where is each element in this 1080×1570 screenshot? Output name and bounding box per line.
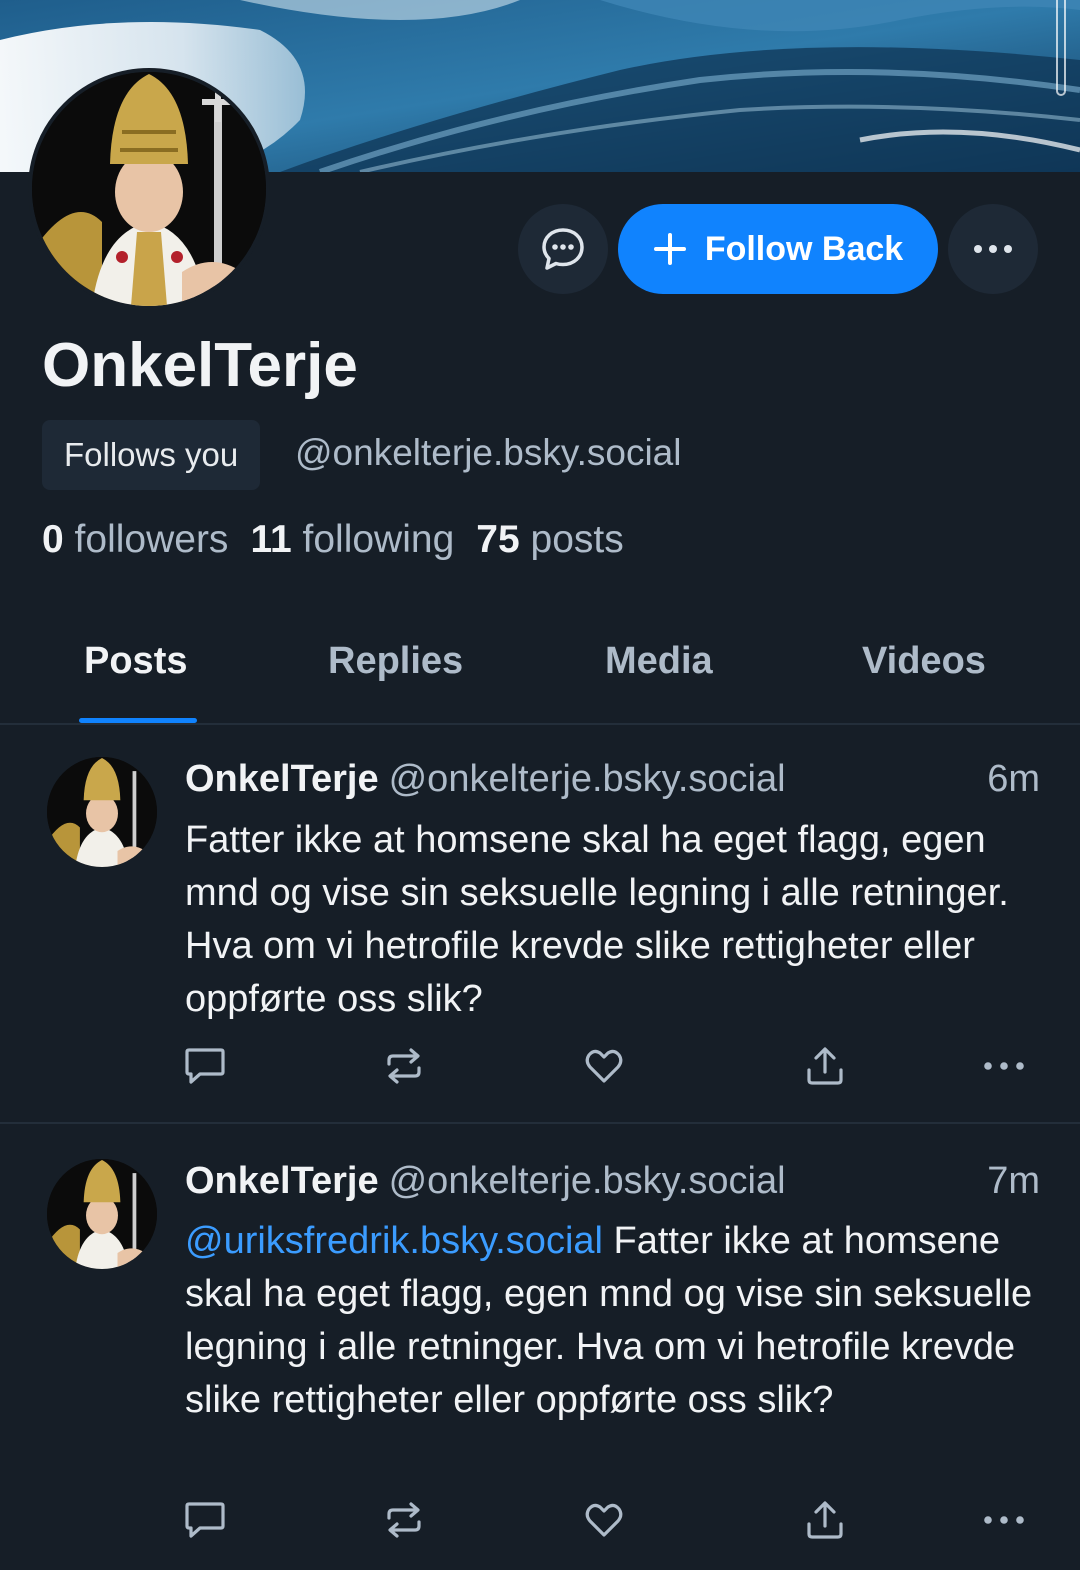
follows-you-badge: Follows you xyxy=(42,420,261,490)
post-header: OnkelTerje @onkelterje.bsky.social xyxy=(185,1160,786,1203)
post-avatar[interactable] xyxy=(47,1159,157,1269)
following-stat[interactable]: 11 following xyxy=(250,518,454,562)
repost-icon xyxy=(387,1048,421,1084)
ellipsis-icon xyxy=(984,1516,1024,1524)
avatar-image xyxy=(47,757,157,867)
plus-icon xyxy=(653,233,686,265)
share-icon xyxy=(807,1047,843,1085)
share-button[interactable] xyxy=(803,1498,847,1542)
post-more-button[interactable] xyxy=(982,1498,1026,1542)
more-options-button[interactable] xyxy=(948,204,1038,294)
post-timestamp[interactable]: 7m xyxy=(987,1160,1040,1203)
reply-icon xyxy=(185,1502,225,1538)
heart-icon xyxy=(585,1503,623,1537)
reply-icon xyxy=(185,1048,225,1084)
like-button[interactable] xyxy=(582,1044,626,1088)
heart-icon xyxy=(585,1049,623,1083)
like-button[interactable] xyxy=(582,1498,626,1542)
post-mention[interactable]: @uriksfredrik.bsky.social xyxy=(185,1220,603,1262)
profile-stats: 0 followers 11 following 75 posts xyxy=(42,518,624,562)
reply-button[interactable] xyxy=(183,1044,227,1088)
post-text[interactable]: Fatter ikke at homsene skal ha eget flag… xyxy=(185,814,1055,1026)
scrollbar-indicator[interactable] xyxy=(1056,0,1066,96)
profile-tabs: Posts Replies Media Videos xyxy=(0,620,1080,725)
post-author-handle[interactable]: @onkelterje.bsky.social xyxy=(389,1160,786,1202)
repost-button[interactable] xyxy=(382,1498,426,1542)
post-author-name[interactable]: OnkelTerje xyxy=(185,1160,379,1202)
reply-button[interactable] xyxy=(183,1498,227,1542)
tab-posts[interactable]: Posts xyxy=(84,640,187,683)
avatar-image xyxy=(47,1159,157,1269)
post-author-handle[interactable]: @onkelterje.bsky.social xyxy=(389,758,786,800)
post-actions xyxy=(0,1498,1080,1548)
post-header: OnkelTerje @onkelterje.bsky.social xyxy=(185,758,786,801)
follow-back-label: Follow Back xyxy=(704,229,904,268)
post-timestamp[interactable]: 6m xyxy=(987,758,1040,801)
post-more-button[interactable] xyxy=(982,1044,1026,1088)
profile-handle[interactable]: @onkelterje.bsky.social xyxy=(295,432,681,474)
profile-display-name: OnkelTerje xyxy=(42,331,358,400)
post-avatar[interactable] xyxy=(47,757,157,867)
ellipsis-icon xyxy=(984,1062,1024,1070)
follow-back-button[interactable]: Follow Back xyxy=(618,204,938,294)
tab-replies[interactable]: Replies xyxy=(328,640,463,683)
share-button[interactable] xyxy=(803,1044,847,1088)
avatar-image xyxy=(32,72,266,306)
active-tab-indicator xyxy=(79,718,197,723)
post-text[interactable]: @uriksfredrik.bsky.social Fatter ikke at… xyxy=(185,1215,1055,1427)
posts-stat: 75 posts xyxy=(476,518,624,561)
followers-stat[interactable]: 0 followers xyxy=(42,518,228,562)
message-button[interactable] xyxy=(518,204,608,294)
post-body: Fatter ikke at homsene skal ha eget flag… xyxy=(185,819,1009,1020)
post-actions xyxy=(0,1044,1080,1094)
profile-screen: Follow Back OnkelTerje Follows you @onke… xyxy=(0,0,1080,1570)
repost-button[interactable] xyxy=(382,1044,426,1088)
post-divider xyxy=(0,1122,1080,1124)
post-author-name[interactable]: OnkelTerje xyxy=(185,758,379,800)
tab-media[interactable]: Media xyxy=(605,640,713,683)
share-icon xyxy=(807,1501,843,1539)
ellipsis-icon xyxy=(974,245,1012,253)
chat-bubble-icon xyxy=(542,228,584,270)
profile-avatar[interactable] xyxy=(28,68,270,310)
tab-videos[interactable]: Videos xyxy=(862,640,986,683)
repost-icon xyxy=(387,1502,421,1538)
